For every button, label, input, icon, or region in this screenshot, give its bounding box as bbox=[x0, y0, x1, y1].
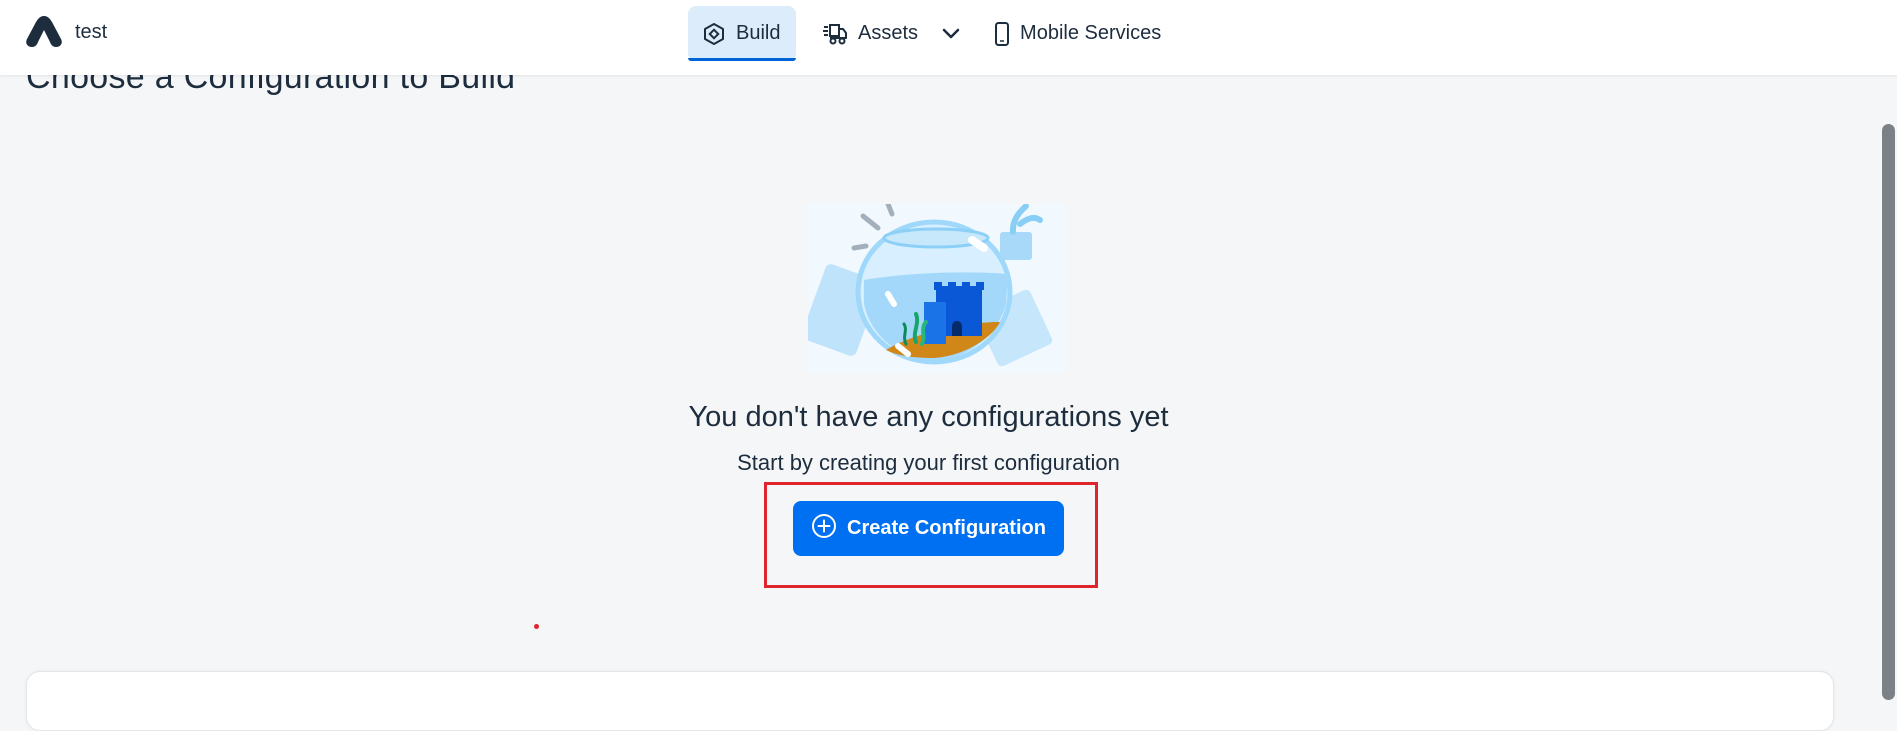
page-scrollbar-thumb[interactable] bbox=[1882, 124, 1895, 700]
nav-build-label: Build bbox=[736, 22, 781, 44]
brand: test bbox=[26, 16, 107, 48]
nav-mobile-services[interactable]: Mobile Services bbox=[980, 6, 1175, 61]
nav-build[interactable]: Build bbox=[688, 6, 796, 61]
nav-assets[interactable]: Assets bbox=[808, 6, 974, 61]
nav-mobile-services-label: Mobile Services bbox=[1020, 22, 1162, 44]
empty-state-subtitle: Start by creating your first configurati… bbox=[737, 450, 1120, 475]
create-configuration-button[interactable]: Create Configuration bbox=[793, 501, 1064, 556]
chevron-down-icon[interactable] bbox=[942, 28, 960, 40]
main-nav: Build Assets Mobile Services bbox=[688, 6, 1175, 61]
fishbowl-castle-illustration bbox=[801, 201, 1066, 372]
main-content: Choose a Configuration to Build You don'… bbox=[0, 0, 1880, 731]
empty-state-title: You don't have any configurations yet bbox=[688, 401, 1169, 433]
configurations-card bbox=[26, 671, 1834, 731]
add-circle-icon bbox=[811, 513, 837, 545]
top-navigation-bar: test Build Assets Mobile Services bbox=[0, 0, 1897, 75]
assets-truck-icon bbox=[822, 22, 848, 46]
create-configuration-label: Create Configuration bbox=[847, 517, 1046, 539]
app-logo-icon[interactable] bbox=[26, 16, 62, 48]
mobile-phone-icon bbox=[994, 21, 1010, 47]
nav-assets-label: Assets bbox=[858, 22, 919, 44]
app-name[interactable]: test bbox=[75, 21, 107, 44]
build-icon bbox=[702, 22, 726, 46]
cursor-dot bbox=[534, 624, 539, 629]
